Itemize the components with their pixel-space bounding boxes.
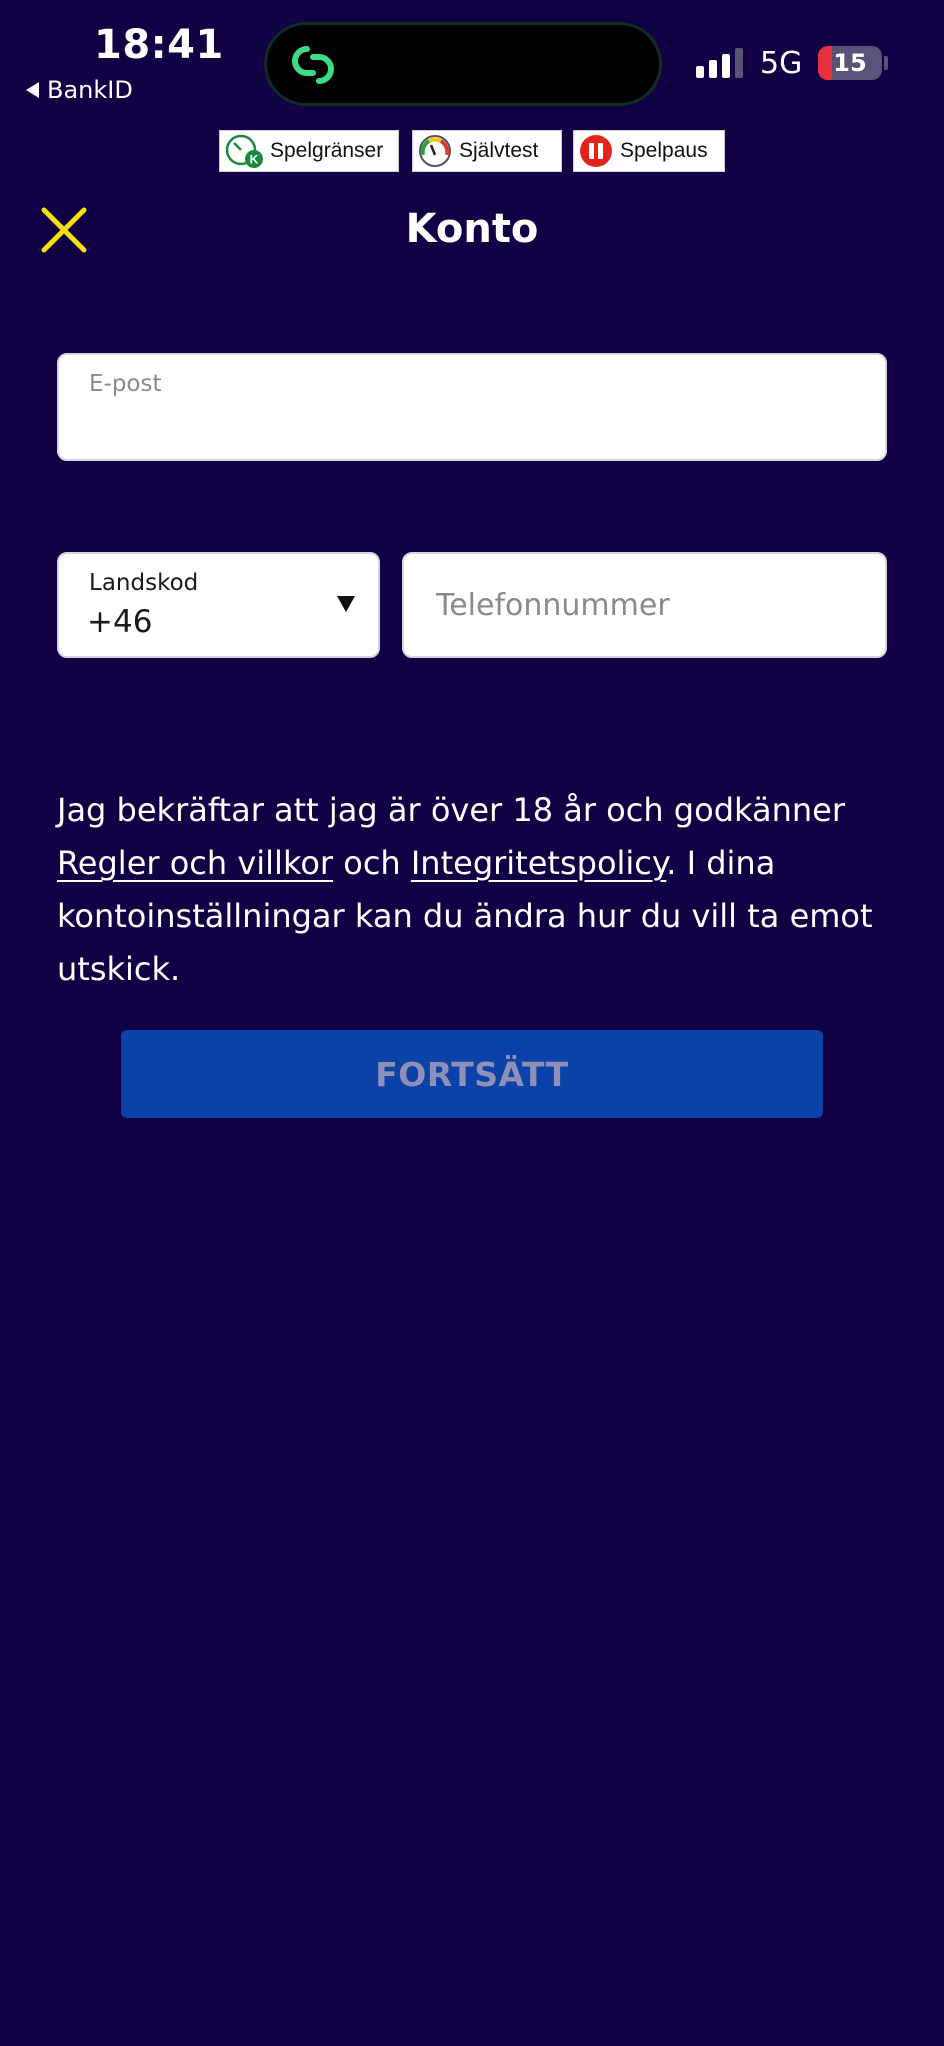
terms-link[interactable]: Regler och villkor [57, 844, 333, 882]
pause-icon [580, 135, 612, 167]
country-code-select[interactable]: Landskod +46 [57, 552, 380, 658]
consent-text-part: och [333, 844, 411, 882]
privacy-policy-link[interactable]: Integritetspolicy [411, 844, 666, 882]
spelgranser-badge[interactable]: K Spelgränser [219, 130, 399, 172]
signal-icon [696, 48, 743, 78]
island-link-icon [292, 46, 334, 84]
badge-label: Självtest [459, 139, 539, 162]
dropdown-caret-icon [337, 596, 355, 612]
back-triangle-icon [26, 82, 39, 98]
back-app-label: BankID [47, 76, 133, 104]
status-time: 18:41 [94, 22, 224, 68]
consent-text: Jag bekräftar att jag är över 18 år och … [57, 784, 897, 996]
country-code-value: +46 [87, 604, 153, 640]
continue-button[interactable]: FORTSÄTT [121, 1030, 823, 1118]
back-to-app-link[interactable]: BankID [26, 76, 133, 104]
spelpaus-badge[interactable]: Spelpaus [573, 130, 725, 172]
consent-text-part: Jag bekräftar att jag är över 18 år och … [57, 791, 845, 829]
battery-tip [884, 56, 888, 70]
badge-label: Spelpaus [620, 139, 708, 162]
dynamic-island [264, 22, 662, 106]
phone-field [402, 552, 887, 658]
phone-input[interactable] [404, 554, 885, 656]
svg-text:K: K [250, 153, 259, 167]
page-title: Konto [405, 206, 539, 252]
network-type: 5G [760, 46, 803, 81]
gauge-icon [419, 135, 451, 167]
badge-label: Spelgränser [270, 139, 384, 162]
sjalvtest-badge[interactable]: Självtest [412, 130, 562, 172]
email-field[interactable]: E-post [57, 353, 887, 461]
close-icon[interactable] [40, 206, 88, 254]
email-label: E-post [89, 371, 162, 397]
country-code-label: Landskod [89, 570, 199, 596]
clock-limit-icon: K [225, 134, 263, 168]
battery-icon: 15 [818, 46, 882, 80]
battery-level: 15 [833, 49, 867, 77]
